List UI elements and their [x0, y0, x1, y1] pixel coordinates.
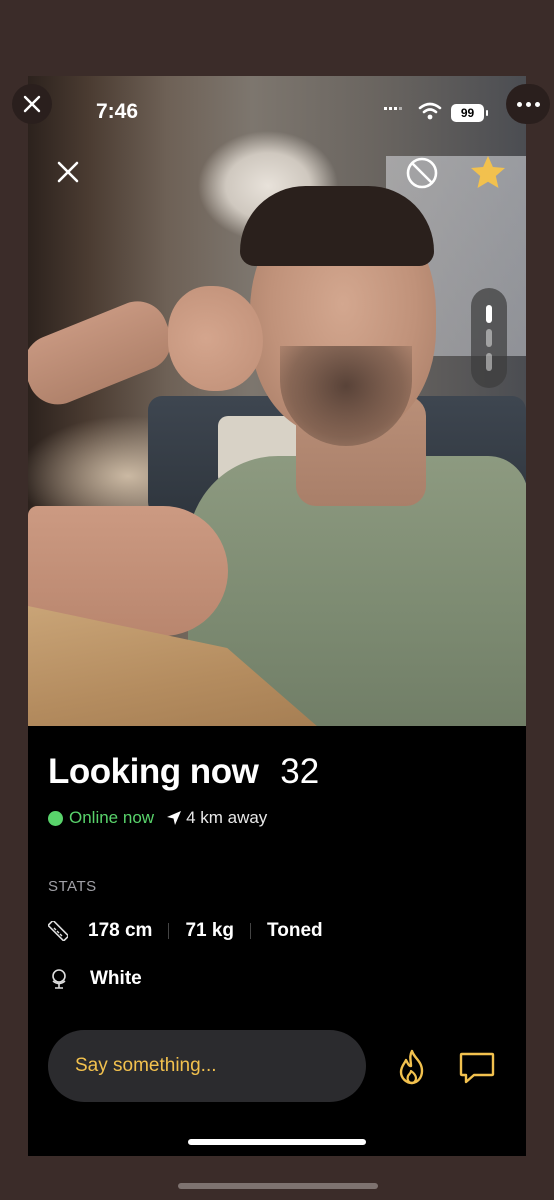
chat-icon[interactable] — [458, 1050, 496, 1086]
distance: 4 km away — [186, 808, 268, 827]
phone-screen: 7:46 99 Looking now 32 Online now 4 km a… — [28, 76, 526, 1156]
block-icon[interactable] — [405, 156, 439, 190]
pager-dot — [486, 353, 492, 371]
online-status: Online now — [69, 808, 155, 827]
location-arrow-icon — [167, 811, 182, 825]
name-row: Looking now 32 — [48, 752, 319, 792]
viewer-handle — [178, 1183, 378, 1189]
signal-icon — [384, 107, 402, 110]
ruler-icon — [48, 921, 68, 941]
wifi-icon — [418, 102, 442, 120]
divider — [168, 923, 170, 939]
more-icon — [516, 101, 522, 107]
profile-info: Looking now 32 Online now 4 km away STAT… — [28, 726, 526, 1156]
pager-dot — [486, 329, 492, 347]
message-placeholder: Say something... — [75, 1055, 217, 1076]
flame-icon[interactable] — [395, 1049, 429, 1085]
message-input[interactable]: Say something... — [48, 1030, 366, 1102]
globe-icon — [52, 969, 66, 989]
profile-photo[interactable] — [28, 76, 526, 726]
online-indicator — [48, 810, 63, 826]
height-value: 178 cm — [88, 920, 153, 941]
stats-row: 178 cm 71 kg Toned — [48, 920, 323, 942]
profile-name: Looking now — [48, 752, 259, 791]
photo-pager[interactable] — [471, 288, 507, 388]
battery-indicator: 99 — [451, 104, 488, 122]
stats-heading: STATS — [48, 878, 97, 895]
home-indicator — [188, 1139, 366, 1145]
more-options-button[interactable] — [506, 84, 550, 124]
meta-row: Online now 4 km away — [48, 808, 267, 828]
body-type-value: Toned — [267, 920, 323, 941]
divider — [250, 923, 252, 939]
ethnicity-row: White — [48, 968, 142, 990]
star-icon[interactable] — [469, 154, 507, 190]
status-time: 7:46 — [96, 100, 139, 123]
viewer-close-button[interactable] — [12, 84, 52, 124]
status-bar: 7:46 99 — [28, 76, 526, 146]
close-icon[interactable] — [56, 160, 80, 184]
pager-dot — [486, 305, 492, 323]
close-icon — [23, 95, 41, 113]
weight-value: 71 kg — [185, 920, 235, 941]
ethnicity-value: White — [90, 968, 142, 989]
profile-age: 32 — [280, 752, 320, 791]
